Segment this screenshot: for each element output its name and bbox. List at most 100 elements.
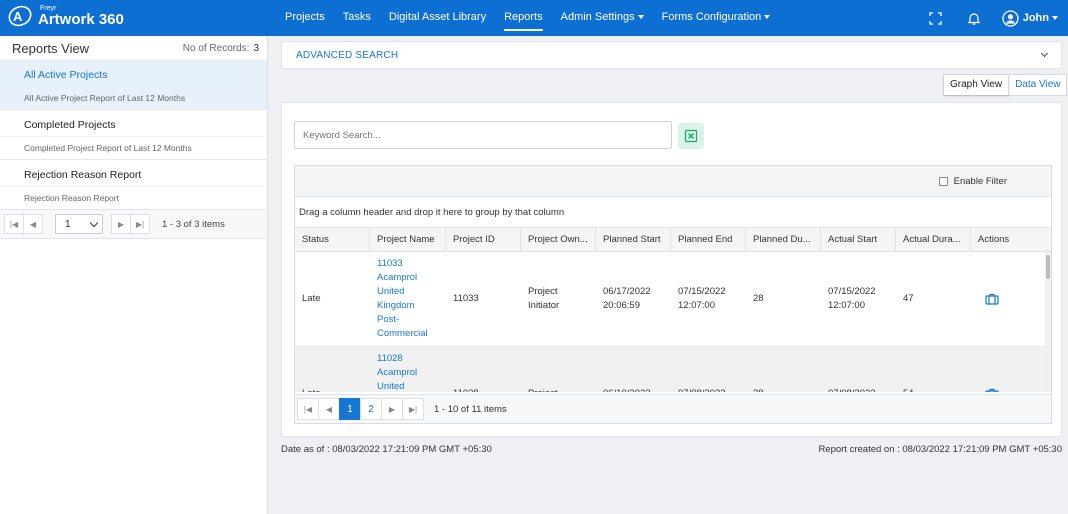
- page-button-2[interactable]: 2: [360, 398, 382, 420]
- table-row: Late 11033 Acamprol United Kingdom Post- Comm…: [295, 252, 1051, 347]
- last-page-icon[interactable]: ▶|: [402, 398, 424, 420]
- column-header-planned-end[interactable]: Planned End: [671, 228, 746, 251]
- table-body: Late 11033 Acamprol United Kingdom Post- Comm…: [295, 252, 1051, 392]
- enable-filter-label[interactable]: Enable Filter: [954, 176, 1007, 187]
- nav-projects[interactable]: Projects: [276, 0, 334, 36]
- briefcase-icon[interactable]: [985, 388, 999, 392]
- user-circle-icon: [1002, 9, 1019, 27]
- next-page-icon[interactable]: ▶: [381, 398, 403, 420]
- cell-planned-end: 07/08/2022: [671, 347, 746, 392]
- svg-text:A: A: [13, 9, 23, 24]
- advanced-search-title: ADVANCED SEARCH: [296, 49, 399, 61]
- report-list: All Active Projects All Active Project R…: [0, 60, 267, 210]
- projects-grid: Enable Filter Drag a column header and d…: [294, 165, 1052, 424]
- report-item-all-active-projects[interactable]: All Active Projects All Active Project R…: [0, 60, 267, 110]
- table-header: Status Project Name Project ID Project O…: [295, 228, 1051, 252]
- cell-actions: [971, 252, 1047, 346]
- caret-down-icon: [1052, 16, 1058, 20]
- nav-digital-asset-library[interactable]: Digital Asset Library: [380, 0, 495, 36]
- report-name: Completed Projects: [24, 119, 116, 131]
- filter-toolbar: Enable Filter: [295, 166, 1051, 197]
- column-header-actual-duration[interactable]: Actual Dura...: [896, 228, 971, 251]
- cell-actual-start: 07/08/2022: [821, 347, 896, 392]
- scrollbar-thumb[interactable]: [1046, 255, 1050, 279]
- view-toggle: Graph View Data View: [943, 74, 1068, 96]
- column-header-status[interactable]: Status: [295, 228, 370, 251]
- top-navbar: A Freyr Artwork 360 Projects Tasks Digit…: [0, 0, 1068, 36]
- cell-actual-start: 07/15/2022 12:07:00: [828, 286, 876, 311]
- report-created-on: Report created on : 08/03/2022 17:21:09 …: [818, 444, 1062, 455]
- nav-admin-settings[interactable]: Admin Settings: [552, 0, 653, 36]
- brand[interactable]: A Freyr Artwork 360: [8, 3, 124, 29]
- first-page-icon[interactable]: |◀: [297, 398, 319, 420]
- project-name-link[interactable]: 11033 Acamprol United Kingdom Post- Commercia…: [370, 252, 446, 346]
- report-description: Completed Project Report of Last 12 Mont…: [0, 136, 267, 159]
- user-name: John: [1022, 12, 1049, 24]
- user-menu[interactable]: John: [1002, 9, 1058, 27]
- column-header-project-name[interactable]: Project Name: [370, 228, 446, 251]
- brand-title: Artwork 360: [38, 11, 124, 28]
- page-select[interactable]: 1: [55, 214, 103, 234]
- column-header-project-owner[interactable]: Project Own...: [521, 228, 596, 251]
- data-view-button[interactable]: Data View: [1009, 75, 1066, 95]
- project-name-link[interactable]: 11028 Acamprol United: [370, 347, 446, 392]
- report-name: Rejection Reason Report: [24, 169, 142, 181]
- cell-planned-start: 06/17/2022 20:06:59: [603, 286, 651, 311]
- reports-sidebar: Reports View No of Records: 3 All Active …: [0, 36, 268, 514]
- first-page-icon[interactable]: |◀: [4, 214, 24, 234]
- report-description: All Active Project Report of Last 12 Mon…: [0, 86, 267, 109]
- expand-icon[interactable]: [928, 10, 944, 26]
- report-item-completed-projects[interactable]: Completed Projects Completed Project Rep…: [0, 110, 267, 160]
- keyword-search-input[interactable]: [294, 121, 672, 149]
- graph-view-button[interactable]: Graph View: [944, 75, 1010, 95]
- column-header-project-id[interactable]: Project ID: [446, 228, 521, 251]
- grid-pager: |◀ ◀ 1 2 ▶ ▶| 1 - 10 of 11 items: [295, 394, 1051, 423]
- main-nav: Projects Tasks Digital Asset Library Rep…: [276, 0, 779, 36]
- vertical-scrollbar[interactable]: [1045, 252, 1051, 392]
- artwork-logo-icon: A: [8, 3, 34, 29]
- advanced-search-bar[interactable]: ADVANCED SEARCH: [281, 41, 1062, 69]
- bell-icon[interactable]: [966, 10, 982, 26]
- cell-actual-duration: 47: [903, 293, 914, 304]
- date-as-of: Date as of : 08/03/2022 17:21:09 PM GMT …: [281, 444, 492, 455]
- prev-page-icon[interactable]: ◀: [23, 214, 43, 234]
- reports-view-title: Reports View: [12, 40, 90, 56]
- cell-project-id: 11028: [446, 347, 521, 392]
- briefcase-icon[interactable]: [985, 293, 999, 305]
- cell-planned-start: 06/10/2022: [596, 347, 671, 392]
- nav-reports[interactable]: Reports: [495, 0, 552, 36]
- report-card: Enable Filter Drag a column header and d…: [281, 102, 1062, 437]
- page-select-value: 1: [65, 218, 71, 230]
- prev-page-icon[interactable]: ◀: [318, 398, 340, 420]
- nav-forms-configuration[interactable]: Forms Configuration: [653, 0, 780, 36]
- cell-project-owner: Project Initiator: [528, 286, 560, 311]
- cell-planned-end: 07/15/2022 12:07:00: [678, 286, 726, 311]
- report-item-rejection-reason[interactable]: Rejection Reason Report Rejection Reason…: [0, 160, 267, 210]
- cell-project-owner: Project: [521, 347, 596, 392]
- caret-down-icon: [637, 15, 644, 20]
- group-drop-area[interactable]: Drag a column header and drop it here to…: [295, 197, 1051, 228]
- records-count: No of Records: 3: [182, 42, 259, 54]
- next-page-icon[interactable]: ▶: [111, 214, 131, 234]
- column-header-actions: Actions: [978, 234, 1010, 245]
- chevron-down-icon: [89, 218, 99, 227]
- grid-pager-info: 1 - 10 of 11 items: [434, 403, 507, 415]
- excel-icon: [684, 129, 698, 143]
- nav-tasks[interactable]: Tasks: [334, 0, 380, 36]
- column-header-planned-duration[interactable]: Planned Du...: [746, 228, 821, 251]
- cell-planned-duration: 28: [746, 347, 821, 392]
- chevron-down-icon[interactable]: [1040, 49, 1049, 58]
- column-header-planned-start[interactable]: Planned Start: [596, 228, 671, 251]
- page-button-1[interactable]: 1: [339, 398, 361, 420]
- cell-status: Late: [295, 347, 370, 392]
- excel-export-button[interactable]: [678, 123, 704, 149]
- table-row: Late 11028AcamprolUnited 11028 Project 0…: [295, 347, 1051, 392]
- cell-actual-duration: 54: [896, 347, 971, 392]
- report-description: Rejection Reason Report: [0, 186, 267, 209]
- cell-status: Late: [302, 293, 321, 304]
- column-header-actual-start[interactable]: Actual Start: [821, 228, 896, 251]
- caret-down-icon: [764, 15, 771, 20]
- last-page-icon[interactable]: ▶|: [130, 214, 150, 234]
- report-name: All Active Projects: [24, 69, 108, 81]
- enable-filter-checkbox[interactable]: [938, 176, 948, 186]
